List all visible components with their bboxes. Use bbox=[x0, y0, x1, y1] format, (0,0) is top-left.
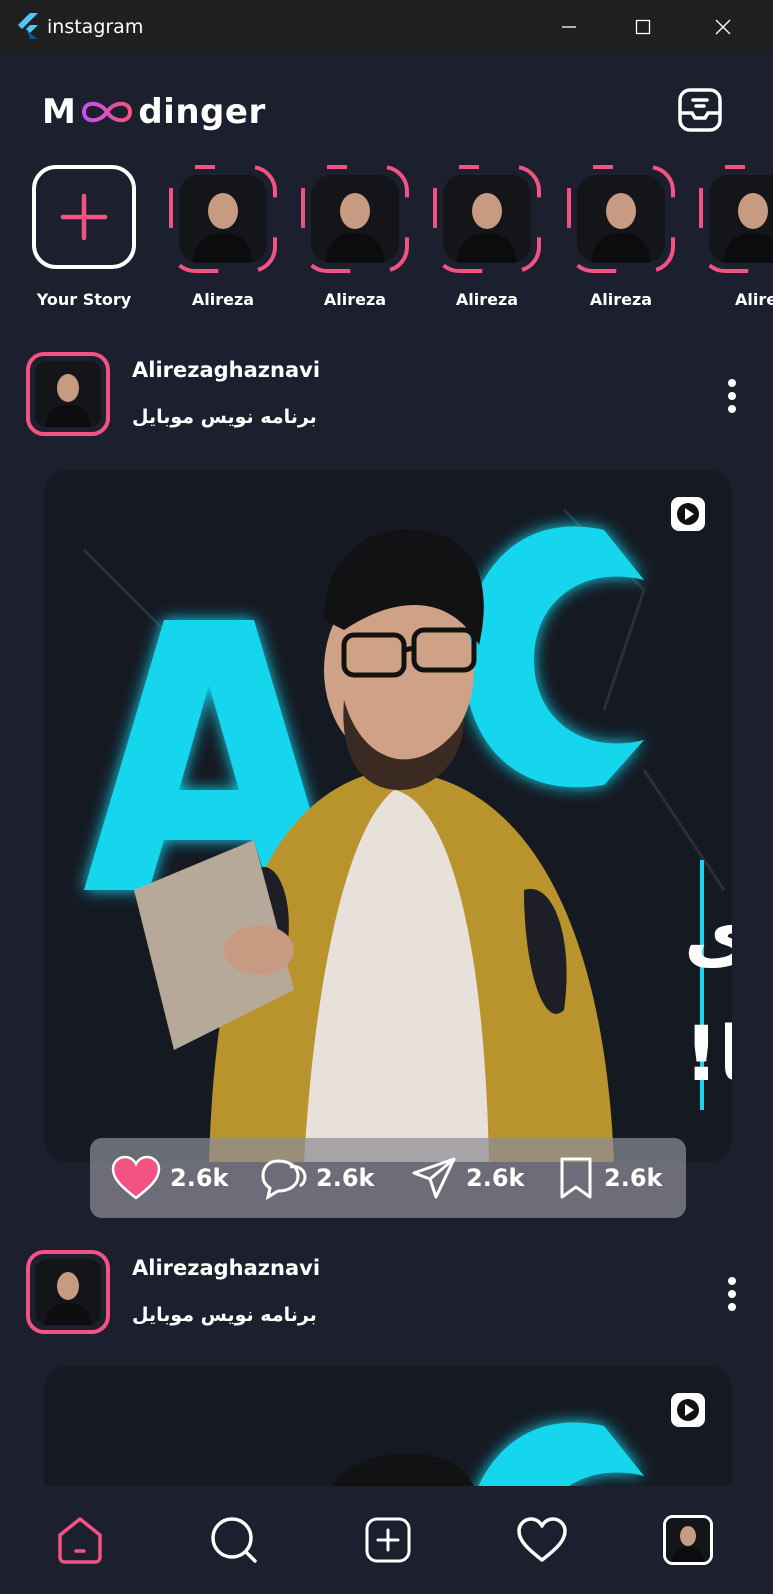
story-avatar bbox=[709, 175, 773, 263]
minimize-icon bbox=[562, 26, 576, 28]
nav-activity[interactable] bbox=[512, 1510, 572, 1570]
post-header: Alirezaghaznavi برنامه نویس موبایل bbox=[0, 1250, 773, 1342]
person-avatar-icon bbox=[311, 175, 399, 263]
person-avatar-icon bbox=[35, 361, 101, 427]
post-avatar bbox=[35, 1259, 101, 1325]
close-icon bbox=[715, 19, 731, 35]
heart-icon bbox=[517, 1517, 567, 1562]
infinity-logo-icon bbox=[82, 101, 133, 123]
person-avatar-icon bbox=[35, 1259, 101, 1325]
maximize-button[interactable] bbox=[620, 10, 666, 44]
window-title: instagram bbox=[47, 16, 144, 38]
window-titlebar: instagram bbox=[0, 0, 773, 54]
flutter-app-icon bbox=[18, 13, 38, 39]
more-options-icon[interactable] bbox=[726, 1276, 738, 1312]
story-avatar bbox=[179, 175, 267, 263]
story-label: Alireza bbox=[323, 290, 387, 309]
post-header: Alirezaghaznavi برنامه نویس موبایل bbox=[0, 352, 773, 444]
person-avatar-icon bbox=[443, 175, 531, 263]
bottom-navigation bbox=[0, 1486, 773, 1594]
person-avatar-icon bbox=[709, 175, 773, 263]
logo-text-start: M bbox=[42, 92, 77, 132]
video-play-icon bbox=[671, 1393, 705, 1427]
stories-strip[interactable]: Your Story Alireza Alireza Alireza Alire… bbox=[0, 164, 773, 324]
share-count: 2.6k bbox=[466, 1164, 525, 1192]
story-item[interactable] bbox=[300, 164, 410, 274]
save-count: 2.6k bbox=[604, 1164, 663, 1192]
send-icon bbox=[412, 1157, 456, 1199]
comment-icon bbox=[261, 1159, 307, 1201]
post-avatar bbox=[35, 361, 101, 427]
search-icon bbox=[211, 1517, 257, 1563]
post-username[interactable]: Alirezaghaznavi bbox=[132, 358, 320, 382]
nav-add-post[interactable] bbox=[358, 1510, 418, 1570]
post-avatar-button[interactable] bbox=[26, 352, 110, 436]
story-avatar bbox=[443, 175, 531, 263]
story-label: Alireza bbox=[191, 290, 255, 309]
comment-count: 2.6k bbox=[316, 1164, 375, 1192]
story-avatar bbox=[311, 175, 399, 263]
inbox-icon bbox=[678, 88, 722, 132]
post-username[interactable]: Alirezaghaznavi bbox=[132, 1256, 320, 1280]
person-avatar-icon bbox=[179, 175, 267, 263]
video-play-icon bbox=[671, 497, 705, 531]
home-icon bbox=[58, 1517, 102, 1564]
plus-icon bbox=[60, 193, 108, 241]
like-count: 2.6k bbox=[170, 1164, 229, 1192]
story-label: Alire bbox=[735, 290, 773, 309]
save-button[interactable]: 2.6k bbox=[556, 1156, 662, 1200]
story-label: Alireza bbox=[455, 290, 519, 309]
brand-logo: M dinger bbox=[42, 90, 266, 134]
nav-profile[interactable] bbox=[658, 1510, 718, 1570]
comment-button[interactable]: 2.6k bbox=[260, 1156, 375, 1201]
more-options-icon[interactable] bbox=[726, 378, 738, 414]
post-media[interactable]: انگلیسی برای برنامه نویس ها! bbox=[44, 470, 732, 1162]
story-label: Alireza bbox=[589, 290, 653, 309]
profile-avatar bbox=[663, 1515, 713, 1565]
like-button[interactable]: 2.6k bbox=[110, 1155, 229, 1200]
story-item[interactable] bbox=[698, 164, 773, 274]
person-avatar-icon bbox=[666, 1518, 710, 1562]
add-story-button[interactable] bbox=[32, 165, 136, 269]
story-item[interactable] bbox=[566, 164, 676, 274]
post-user-bio: برنامه نویس موبایل bbox=[132, 406, 317, 428]
story-item[interactable] bbox=[168, 164, 278, 274]
image-headline-line2: برنامه نویس ها! bbox=[684, 1009, 732, 1099]
nav-home[interactable] bbox=[50, 1510, 110, 1570]
minimize-button[interactable] bbox=[546, 10, 592, 44]
maximize-icon bbox=[635, 19, 651, 35]
person-avatar-icon bbox=[577, 175, 665, 263]
nav-search[interactable] bbox=[204, 1510, 264, 1570]
logo-text-end: dinger bbox=[138, 92, 266, 132]
close-button[interactable] bbox=[700, 10, 746, 44]
story-item[interactable] bbox=[432, 164, 542, 274]
post-thumbnail-image: انگلیسی برای برنامه نویس ها! bbox=[44, 470, 732, 1162]
post-avatar-button[interactable] bbox=[26, 1250, 110, 1334]
inbox-button[interactable] bbox=[677, 87, 723, 133]
image-headline-line1: انگلیسی برای bbox=[684, 889, 732, 979]
story-avatar bbox=[577, 175, 665, 263]
heart-filled-icon bbox=[111, 1155, 161, 1200]
bookmark-icon bbox=[560, 1157, 592, 1199]
app-header: M dinger bbox=[0, 54, 773, 164]
add-icon bbox=[365, 1517, 411, 1563]
your-story-label: Your Story bbox=[36, 290, 132, 309]
post-user-bio: برنامه نویس موبایل bbox=[132, 1304, 317, 1326]
post-actions-bar: 2.6k 2.6k 2.6k 2.6k bbox=[90, 1138, 686, 1218]
share-button[interactable]: 2.6k bbox=[410, 1156, 524, 1200]
